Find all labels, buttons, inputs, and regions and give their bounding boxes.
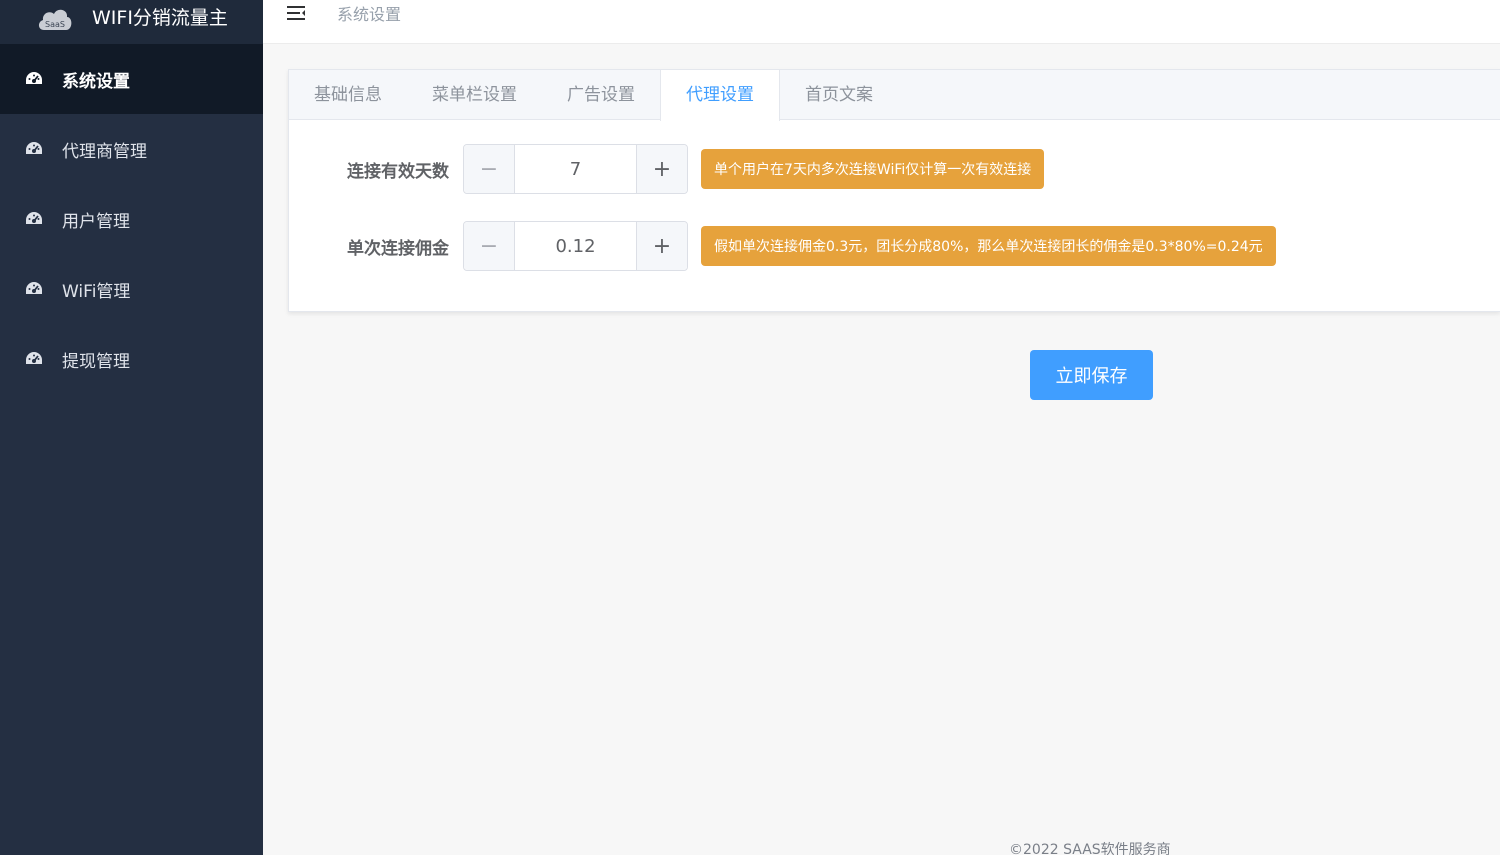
footer-copyright: ©2022 SAAS软件服务商 [1009,842,1171,855]
valid-days-increase-button[interactable]: + [636,145,687,193]
sidebar-item-agent-management[interactable]: 代理商管理 [0,114,263,184]
valid-days-input[interactable] [515,145,636,193]
dashboard-icon [24,349,44,369]
breadcrumb[interactable]: 系统设置 [337,1,401,25]
brand: SaaS WIFI分销流量主 [0,0,263,44]
sidebar-item-system-settings[interactable]: 系统设置 [0,44,263,114]
menu-fold-icon[interactable] [285,2,307,24]
form-row-valid-days: 连接有效天数 − + 单个用户在7天内多次连接WiFi仅计算一次有效连接 [289,144,1045,194]
dashboard-icon [24,209,44,229]
saas-cloud-logo: SaaS [36,4,74,34]
sidebar-item-label: 系统设置 [62,71,130,92]
save-button[interactable]: 立即保存 [1030,350,1153,400]
tab-agent-settings[interactable]: 代理设置 [660,70,780,121]
svg-text:SaaS: SaaS [45,20,65,29]
app-title: WIFI分销流量主 [92,6,228,29]
commission-tip: 假如单次连接佣金0.3元，团长分成80%，那么单次连接团长的佣金是0.3*80%… [701,226,1276,266]
valid-days-label: 连接有效天数 [347,161,449,182]
commission-stepper: − + [463,221,688,271]
sidebar: SaaS WIFI分销流量主 系统设置 代理商管理 用户管理 WiFi管理 提现… [0,0,263,855]
dashboard-icon [24,279,44,299]
tab-menu-settings[interactable]: 菜单栏设置 [407,70,542,120]
settings-tabs: 基础信息 菜单栏设置 广告设置 代理设置 首页文案 [289,70,1500,121]
dashboard-icon [24,139,44,159]
tab-ad-settings[interactable]: 广告设置 [542,70,660,120]
sidebar-item-user-management[interactable]: 用户管理 [0,184,263,254]
tab-basic-info[interactable]: 基础信息 [289,70,407,120]
top-header: 系统设置 [263,0,1500,44]
form-row-commission: 单次连接佣金 − + 假如单次连接佣金0.3元，团长分成80%，那么单次连接团长… [289,221,1276,271]
sidebar-item-label: WiFi管理 [62,281,131,302]
commission-increase-button[interactable]: + [636,222,687,270]
commission-decrease-button[interactable]: − [464,222,515,270]
sidebar-item-label: 代理商管理 [62,141,147,162]
sidebar-item-withdrawal-management[interactable]: 提现管理 [0,324,263,394]
settings-card: 基础信息 菜单栏设置 广告设置 代理设置 首页文案 连接有效天数 − + 单个用… [288,69,1500,312]
commission-label: 单次连接佣金 [347,238,449,259]
sidebar-item-label: 用户管理 [62,211,130,232]
commission-input[interactable] [515,222,636,270]
sidebar-menu: 系统设置 代理商管理 用户管理 WiFi管理 提现管理 [0,44,263,394]
sidebar-item-label: 提现管理 [62,351,130,372]
dashboard-icon [24,69,44,89]
tab-homepage-copy[interactable]: 首页文案 [780,70,898,120]
valid-days-decrease-button[interactable]: − [464,145,515,193]
valid-days-tip: 单个用户在7天内多次连接WiFi仅计算一次有效连接 [701,149,1045,189]
sidebar-item-wifi-management[interactable]: WiFi管理 [0,254,263,324]
valid-days-stepper: − + [463,144,688,194]
